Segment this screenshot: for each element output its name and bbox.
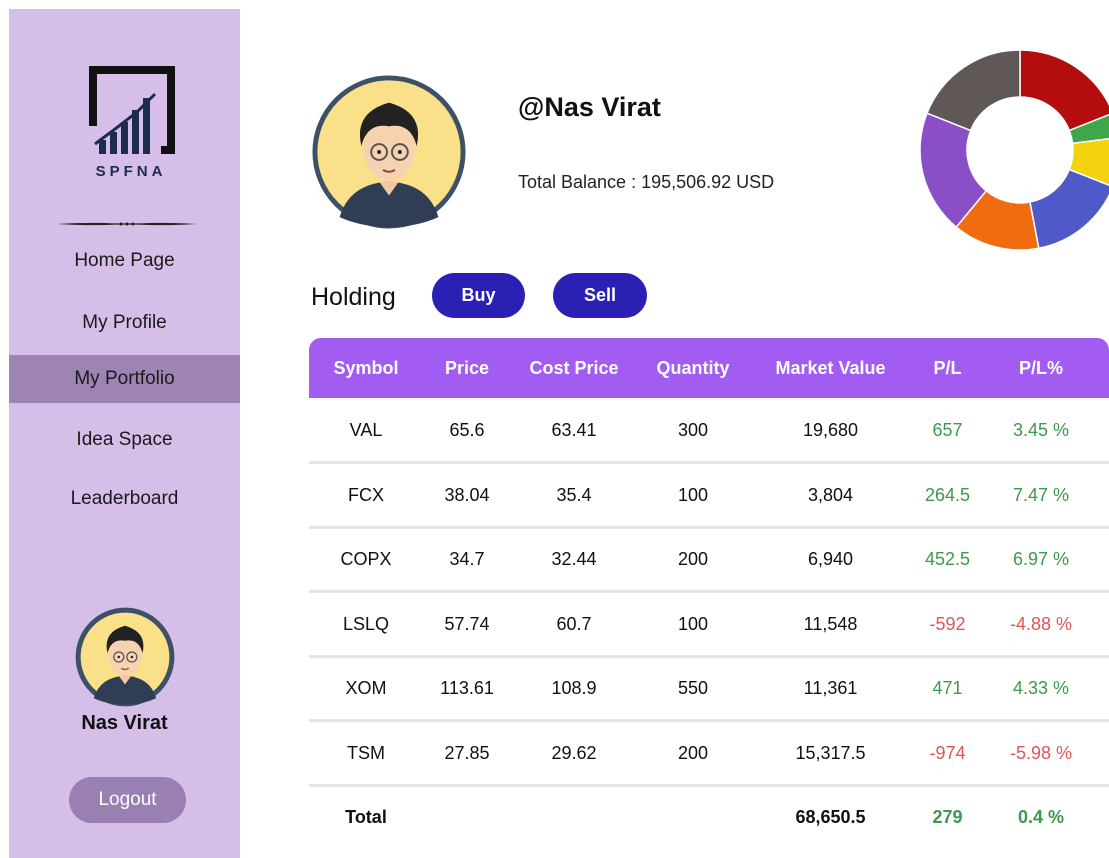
cell-cost: 29.62 xyxy=(551,742,597,763)
table-total-row: Total 68,650.5 279 0.4 % xyxy=(309,786,1109,848)
profile-handle: @Nas Virat xyxy=(518,92,661,122)
cell-qty: 200 xyxy=(677,549,709,569)
table-row[interactable]: VAL 65.6 63.41 300 19,680 657 3.45 % xyxy=(309,399,1109,461)
sidebar-avatar[interactable] xyxy=(75,607,175,707)
cell-qty: 100 xyxy=(677,613,709,634)
total-pl: 279 xyxy=(932,807,963,827)
cell-pl: -592 xyxy=(929,613,966,634)
nav-leaderboard[interactable]: Leaderboard xyxy=(9,475,240,523)
col-price[interactable]: Price xyxy=(423,338,511,398)
table-row[interactable]: FCX 38.04 35.4 100 3,804 264.5 7.47 % xyxy=(309,464,1109,526)
cell-plpct: 7.47 % xyxy=(1012,484,1070,505)
donut-slice-6 xyxy=(926,50,1021,132)
holding-title: Holding xyxy=(311,283,396,311)
sell-button[interactable]: Sell xyxy=(553,273,647,318)
cell-plpct: 4.33 % xyxy=(1012,678,1070,698)
cell-price: 113.61 xyxy=(440,678,494,698)
cell-price: 65.6 xyxy=(449,420,485,440)
cell-plpct: -5.98 % xyxy=(1009,742,1073,763)
cell-symbol: XOM xyxy=(345,678,387,698)
cell-qty: 100 xyxy=(677,484,709,505)
cell-cost: 32.44 xyxy=(551,549,597,569)
nav-my-portfolio[interactable]: My Portfolio xyxy=(9,355,240,403)
cell-plpct: -4.88 % xyxy=(1009,613,1073,634)
cell-pl: 452.5 xyxy=(924,549,971,569)
col-cost-price[interactable]: Cost Price xyxy=(511,338,637,398)
cell-symbol: COPX xyxy=(340,549,392,569)
buy-button[interactable]: Buy xyxy=(432,273,525,318)
cell-cost: 35.4 xyxy=(556,484,592,505)
total-balance: Total Balance : 195,506.92 USD xyxy=(518,172,775,192)
ornament-divider xyxy=(57,222,197,226)
cell-mv: 6,940 xyxy=(807,549,854,569)
sidebar-user-name: Nas Virat xyxy=(81,712,168,734)
col-pl[interactable]: P/L xyxy=(912,338,983,398)
col-pl-percent[interactable]: P/L% xyxy=(983,338,1099,398)
cell-mv: 15,317.5 xyxy=(795,742,866,763)
cell-pl: 264.5 xyxy=(924,484,971,505)
nav-my-profile[interactable]: My Profile xyxy=(9,299,240,347)
donut-slice-0 xyxy=(1019,50,1109,132)
cell-pl: -974 xyxy=(929,742,966,763)
col-quantity[interactable]: Quantity xyxy=(637,338,749,398)
allocation-donut-chart xyxy=(920,50,1109,250)
cell-symbol: FCX xyxy=(348,484,384,505)
total-mv: 68,650.5 xyxy=(795,807,866,827)
cell-price: 34.7 xyxy=(449,549,485,569)
total-plpct: 0.4 % xyxy=(1017,807,1065,827)
cell-cost: 63.41 xyxy=(551,420,597,440)
cell-symbol: LSLQ xyxy=(342,613,390,634)
cell-qty: 200 xyxy=(677,742,709,763)
sidebar: SPFNA Home Page My Profile My Portfolio … xyxy=(9,9,240,858)
cell-mv: 3,804 xyxy=(807,484,854,505)
cell-pl: 657 xyxy=(932,420,963,440)
cell-mv: 19,680 xyxy=(802,420,859,440)
cell-cost: 108.9 xyxy=(551,678,597,698)
logout-button[interactable]: Logout xyxy=(69,777,186,823)
total-label: Total xyxy=(345,807,387,827)
table-row[interactable]: LSLQ 57.74 60.7 100 11,548 -592 -4.88 % xyxy=(309,593,1109,655)
cell-qty: 550 xyxy=(677,678,709,698)
cell-mv: 11,548 xyxy=(803,613,858,634)
cell-plpct: 6.97 % xyxy=(1012,549,1070,569)
cell-plpct: 3.45 % xyxy=(1012,420,1070,440)
cell-price: 57.74 xyxy=(444,613,490,634)
nav-idea-space[interactable]: Idea Space xyxy=(9,416,240,464)
cell-symbol: VAL xyxy=(349,420,383,440)
cell-mv: 11,361 xyxy=(803,678,858,698)
cell-cost: 60.7 xyxy=(556,613,592,634)
logo-text: SPFNA xyxy=(96,163,167,180)
table-row[interactable]: COPX 34.7 32.44 200 6,940 452.5 6.97 % xyxy=(309,528,1109,590)
profile-avatar[interactable] xyxy=(310,73,468,231)
col-market-value[interactable]: Market Value xyxy=(749,338,912,398)
cell-price: 27.85 xyxy=(444,742,490,763)
cell-qty: 300 xyxy=(677,420,709,440)
cell-pl: 471 xyxy=(932,678,963,698)
cell-price: 38.04 xyxy=(444,484,490,505)
cell-symbol: TSM xyxy=(347,742,385,763)
table-row[interactable]: XOM 113.61 108.9 550 11,361 471 4.33 % xyxy=(309,657,1109,719)
table-row[interactable]: TSM 27.85 29.62 200 15,317.5 -974 -5.98 % xyxy=(309,722,1109,784)
nav-home-page[interactable]: Home Page xyxy=(9,237,240,285)
spfna-logo[interactable]: SPFNA xyxy=(79,64,179,184)
col-symbol[interactable]: Symbol xyxy=(309,338,423,398)
donut-slice-3 xyxy=(1029,168,1109,250)
table-header: Symbol Price Cost Price Quantity Market … xyxy=(309,338,1109,398)
